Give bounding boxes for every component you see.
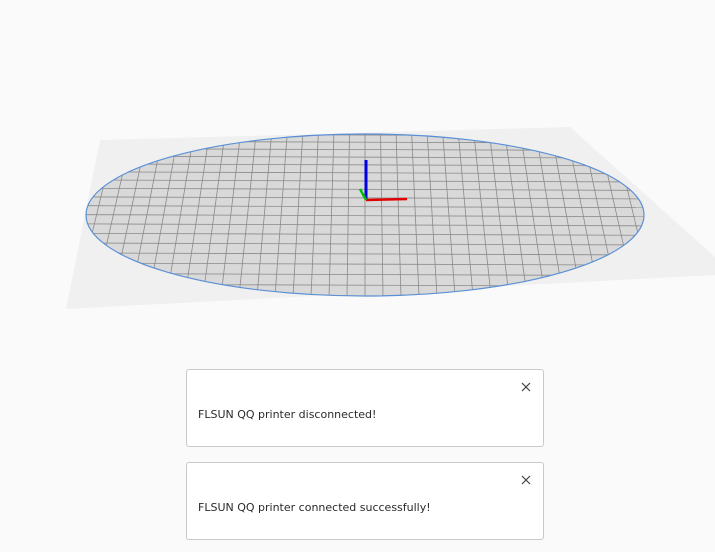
grid-line xyxy=(23,134,69,296)
notification-message: FLSUN QQ printer connected successfully! xyxy=(198,501,431,514)
notification-message: FLSUN QQ printer disconnected! xyxy=(198,408,377,421)
close-icon[interactable] xyxy=(519,472,533,486)
grid-line xyxy=(0,134,23,296)
grid-line xyxy=(0,134,38,296)
x-axis xyxy=(365,197,408,202)
grid-line xyxy=(5,134,54,296)
notification-connected: FLSUN QQ printer connected successfully! xyxy=(186,462,544,540)
notification-disconnected: FLSUN QQ printer disconnected! xyxy=(186,369,544,447)
grid-line xyxy=(0,134,7,296)
close-icon[interactable] xyxy=(519,379,533,393)
